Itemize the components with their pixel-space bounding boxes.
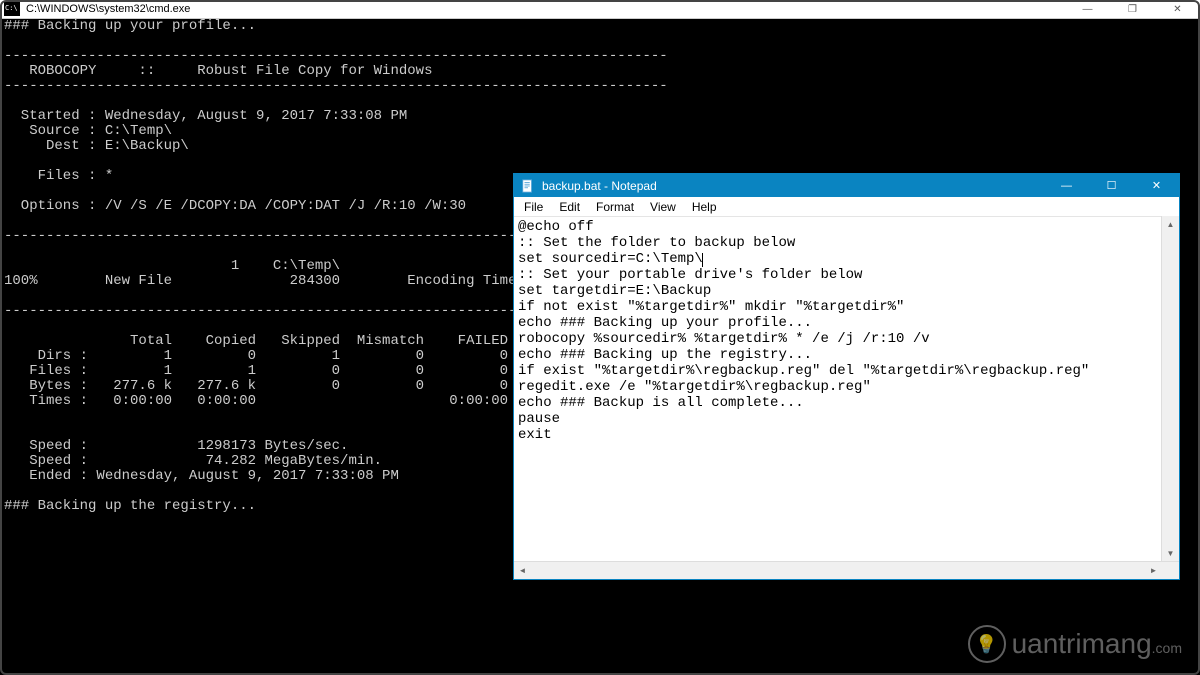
text-caret: [702, 253, 703, 267]
maximize-button[interactable]: ☐: [1089, 174, 1134, 197]
menu-view[interactable]: View: [642, 198, 684, 216]
notepad-text-area[interactable]: @echo off :: Set the folder to backup be…: [514, 217, 1179, 561]
notepad-menubar: File Edit Format View Help: [514, 197, 1179, 217]
scroll-right-icon[interactable]: ►: [1145, 562, 1162, 579]
minimize-button[interactable]: —: [1044, 174, 1089, 197]
text-before-caret: @echo off :: Set the folder to backup be…: [518, 219, 795, 267]
cmd-titlebar[interactable]: C:\WINDOWS\system32\cmd.exe — ❐ ✕: [0, 0, 1200, 19]
bulb-icon: 💡: [968, 625, 1006, 663]
notepad-window-controls: — ☐ ✕: [1044, 174, 1179, 197]
menu-format[interactable]: Format: [588, 198, 642, 216]
menu-help[interactable]: Help: [684, 198, 725, 216]
cmd-window-controls: — ❐ ✕: [1065, 0, 1200, 18]
notepad-window[interactable]: backup.bat - Notepad — ☐ ✕ File Edit For…: [513, 173, 1180, 580]
notepad-titlebar[interactable]: backup.bat - Notepad — ☐ ✕: [514, 174, 1179, 197]
maximize-button[interactable]: ❐: [1110, 0, 1155, 18]
cmd-title: C:\WINDOWS\system32\cmd.exe: [24, 3, 1065, 15]
menu-edit[interactable]: Edit: [551, 198, 588, 216]
scroll-down-icon[interactable]: ▼: [1162, 545, 1179, 562]
text-after-caret: :: Set your portable drive's folder belo…: [518, 267, 1089, 443]
vertical-scrollbar[interactable]: ▲ ▼: [1161, 216, 1179, 562]
minimize-button[interactable]: —: [1065, 0, 1110, 18]
horizontal-scrollbar[interactable]: ◄ ►: [514, 561, 1179, 579]
notepad-title: backup.bat - Notepad: [542, 179, 1044, 193]
watermark: 💡 uantrimang.com: [968, 625, 1182, 663]
cmd-icon: [4, 2, 20, 16]
watermark-text: uantrimang.com: [1012, 628, 1182, 660]
menu-file[interactable]: File: [516, 198, 551, 216]
close-button[interactable]: ✕: [1155, 0, 1200, 18]
notepad-icon: [520, 178, 536, 194]
scroll-up-icon[interactable]: ▲: [1162, 216, 1179, 233]
close-button[interactable]: ✕: [1134, 174, 1179, 197]
scroll-left-icon[interactable]: ◄: [514, 562, 531, 579]
